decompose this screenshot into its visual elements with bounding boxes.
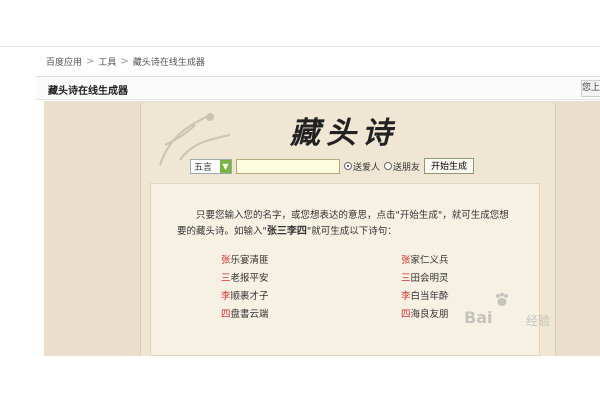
poem-line: 张家仁义兵 bbox=[401, 252, 449, 270]
intro-example: 张三李四 bbox=[266, 226, 307, 237]
poem-head-char: 三 bbox=[401, 273, 411, 284]
breadcrumb: 百度应用 > 工具 > 藏头诗在线生成器 bbox=[46, 55, 205, 68]
poem-line-text: 家仁义兵 bbox=[410, 255, 449, 266]
intro-prefix: 要的藏头诗。如输入" bbox=[177, 226, 267, 237]
poem-left: 张乐宴清匪 三老报平安 李顺裹才子 四盘書云端 bbox=[221, 252, 269, 324]
watermark-subtext: 经验 bbox=[526, 314, 551, 328]
poem-line-text: 顺裹才子 bbox=[230, 291, 269, 302]
titlebar-right-button[interactable]: 您上 bbox=[581, 80, 600, 97]
poem-right: 张家仁义兵 三田会明灵 李白当年酔 四海良友朋 bbox=[401, 252, 449, 324]
poem-head-char: 四 bbox=[401, 309, 411, 320]
poem-head-char: 四 bbox=[221, 309, 231, 320]
baidu-jingyan-watermark: Bai 经验 bbox=[448, 292, 578, 332]
radio-on-icon[interactable] bbox=[344, 162, 352, 170]
radio-send-lover[interactable]: 送爱人 bbox=[344, 160, 380, 173]
breadcrumb-item-apps[interactable]: 百度应用 bbox=[46, 55, 82, 68]
watermark-text: Bai bbox=[464, 308, 493, 327]
poem-head-char: 三 bbox=[221, 273, 231, 284]
poem-line-text: 盘書云端 bbox=[230, 309, 269, 320]
poem-head-char: 张 bbox=[221, 255, 231, 266]
breadcrumb-item-current: 藏头诗在线生成器 bbox=[132, 58, 205, 68]
poem-line: 四盘書云端 bbox=[221, 306, 269, 324]
poem-head-char: 李 bbox=[401, 291, 411, 302]
poem-line: 三老报平安 bbox=[221, 270, 269, 288]
chevron-down-icon[interactable]: ▼ bbox=[220, 159, 231, 173]
app-title: 藏头诗 bbox=[290, 116, 398, 151]
poem-line: 四海良友朋 bbox=[401, 306, 449, 324]
poem-head-char: 李 bbox=[221, 291, 231, 302]
intro-text: 只要您输入您的名字，或您想表达的意思，点击"开始生成"，就可生成您想 要的藏头诗… bbox=[177, 208, 517, 240]
poem-type-select[interactable]: 五言 ▼ bbox=[190, 158, 232, 174]
poem-line: 李顺裹才子 bbox=[221, 288, 269, 306]
paw-icon bbox=[496, 292, 508, 306]
breadcrumb-separator: > bbox=[86, 56, 95, 67]
poem-line-text: 海良友朋 bbox=[410, 309, 449, 320]
radio-send-lover-label: 送爱人 bbox=[353, 162, 381, 173]
poem-line: 三田会明灵 bbox=[401, 270, 449, 288]
generator-form: 五言 ▼ 送爱人 送朋友 开始生成 bbox=[190, 157, 475, 175]
browser-top-area bbox=[0, 0, 600, 46]
divider bbox=[0, 46, 600, 47]
poem-line-text: 老报平安 bbox=[230, 273, 269, 284]
radio-send-friend[interactable]: 送朋友 bbox=[384, 160, 420, 173]
page-title: 藏头诗在线生成器 bbox=[48, 86, 128, 97]
intro-suffix: "就可生成以下诗句： bbox=[306, 226, 397, 237]
generate-button[interactable]: 开始生成 bbox=[424, 158, 475, 174]
poem-line-text: 白当年酔 bbox=[410, 291, 449, 302]
radio-send-friend-label: 送朋友 bbox=[393, 162, 421, 173]
poem-line: 张乐宴清匪 bbox=[221, 252, 269, 270]
poem-line-text: 乐宴清匪 bbox=[230, 255, 269, 266]
poem-line: 李白当年酔 bbox=[401, 288, 449, 306]
breadcrumb-item-tools[interactable]: 工具 bbox=[98, 55, 116, 68]
intro-line-2: 要的藏头诗。如输入"张三李四"就可生成以下诗句： bbox=[177, 224, 517, 240]
intro-line-1: 只要您输入您的名字，或您想表达的意思，点击"开始生成"，就可生成您想 bbox=[196, 210, 509, 221]
app-titlebar: 藏头诗在线生成器 您上 bbox=[36, 76, 600, 100]
name-input[interactable] bbox=[236, 158, 340, 174]
radio-off-icon[interactable] bbox=[384, 162, 393, 170]
poem-type-value: 五言 bbox=[194, 162, 213, 173]
breadcrumb-separator: > bbox=[120, 56, 129, 67]
poem-line-text: 田会明灵 bbox=[410, 273, 449, 284]
poem-head-char: 张 bbox=[401, 255, 411, 266]
